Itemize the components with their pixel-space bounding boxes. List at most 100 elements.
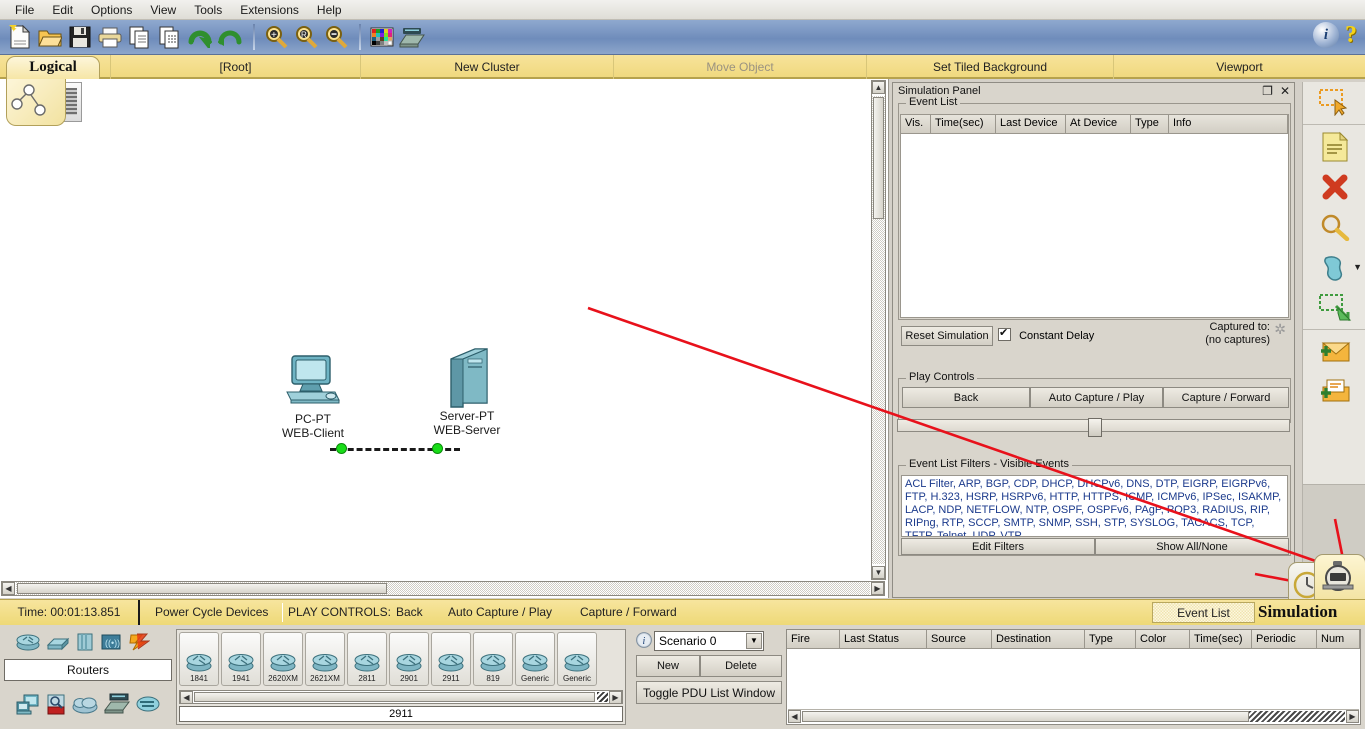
menu-tools[interactable]: Tools xyxy=(185,1,231,19)
close-icon[interactable]: ✕ xyxy=(1280,84,1290,98)
status-capture-forward-button[interactable]: Capture / Forward xyxy=(580,600,677,625)
pdu-col-num[interactable]: Num xyxy=(1317,630,1360,649)
show-all-none-button[interactable]: Show All/None xyxy=(1095,538,1289,555)
zoom-out-icon[interactable] xyxy=(322,23,350,51)
undo-icon[interactable] xyxy=(186,23,214,51)
add-simple-pdu-icon[interactable] xyxy=(1303,332,1365,372)
save-icon[interactable] xyxy=(66,23,94,51)
pdu-col-destination[interactable]: Destination xyxy=(992,630,1085,649)
device-model-grid[interactable]: 1841 1941 2620XM 2621XM 2811 2901 2911 8… xyxy=(179,632,623,690)
root-cluster-label[interactable]: [Root] xyxy=(110,55,360,79)
print-icon[interactable] xyxy=(96,23,124,51)
play-speed-slider-knob[interactable] xyxy=(1088,418,1102,437)
logical-view-flag[interactable] xyxy=(6,77,66,126)
resize-shape-icon[interactable]: ▼ xyxy=(1303,247,1365,287)
toggle-pdu-list-window-button[interactable]: Toggle PDU List Window xyxy=(636,681,782,704)
custom-devices-icon[interactable] xyxy=(398,23,426,51)
col-vis[interactable]: Vis. xyxy=(901,115,931,133)
device-model-2811[interactable]: 2811 xyxy=(347,632,387,686)
col-info[interactable]: Info xyxy=(1169,115,1288,133)
device-model-2621xm[interactable]: 2621XM xyxy=(305,632,345,686)
pdu-col-fire[interactable]: Fire xyxy=(787,630,840,649)
add-complex-pdu-icon[interactable] xyxy=(1303,372,1365,412)
inspect-magnifier-icon[interactable] xyxy=(1303,207,1365,247)
reset-simulation-button[interactable]: Reset Simulation xyxy=(901,326,993,346)
device-scroll-left-arrow-icon[interactable]: ◀ xyxy=(180,691,193,704)
pdu-scroll-grip[interactable] xyxy=(1249,711,1345,722)
switch-type-icon[interactable] xyxy=(46,632,70,655)
device-model-1941[interactable]: 1941 xyxy=(221,632,261,686)
pdu-scroll-right-arrow-icon[interactable]: ▶ xyxy=(1346,710,1359,723)
event-list-table[interactable]: Vis. Time(sec) Last Device At Device Typ… xyxy=(900,114,1289,318)
device-model-generic-2[interactable]: Generic xyxy=(557,632,597,686)
logical-view-tab[interactable]: Logical xyxy=(6,56,100,79)
delete-scenario-button[interactable]: Delete xyxy=(700,655,782,677)
canvas-vertical-scrollbar[interactable]: ▲ ▼ xyxy=(871,80,886,580)
pdu-col-color[interactable]: Color xyxy=(1136,630,1190,649)
select-tool-icon[interactable] xyxy=(1303,82,1365,122)
sim-capture-forward-button[interactable]: Capture / Forward xyxy=(1163,387,1289,408)
zoom-reset-icon[interactable]: R xyxy=(292,23,320,51)
menu-view[interactable]: View xyxy=(141,1,185,19)
device-model-819[interactable]: 819 xyxy=(473,632,513,686)
vscroll-thumb[interactable] xyxy=(873,97,884,219)
constant-delay-checkbox[interactable] xyxy=(998,326,1011,341)
pdu-col-last-status[interactable]: Last Status xyxy=(840,630,927,649)
device-model-1841[interactable]: 1841 xyxy=(179,632,219,686)
sim-auto-capture-play-button[interactable]: Auto Capture / Play xyxy=(1030,387,1163,408)
scroll-up-arrow-icon[interactable]: ▲ xyxy=(872,81,885,94)
pdu-col-source[interactable]: Source xyxy=(927,630,992,649)
logical-workspace[interactable]: PC-PT WEB-Client Server-PT WEB-Server xyxy=(0,79,872,581)
device-model-2620xm[interactable]: 2620XM xyxy=(263,632,303,686)
multiuser-type-icon[interactable] xyxy=(104,693,130,718)
pdu-col-time[interactable]: Time(sec) xyxy=(1190,630,1252,649)
canvas-horizontal-scrollbar[interactable]: ◀ ▶ xyxy=(1,581,885,596)
scenario-dropdown[interactable]: Scenario 0 ▼ xyxy=(654,631,764,651)
simulation-mode-tab[interactable] xyxy=(1314,554,1365,599)
chevron-down-icon[interactable]: ▼ xyxy=(746,633,762,649)
device-model-2901[interactable]: 2901 xyxy=(389,632,429,686)
edit-filters-button[interactable]: Edit Filters xyxy=(901,538,1095,555)
device-scroll-grip[interactable] xyxy=(597,692,608,702)
info-icon[interactable]: i xyxy=(1313,22,1339,48)
place-note-icon[interactable] xyxy=(1303,287,1365,327)
set-tiled-background-button[interactable]: Set Tiled Background xyxy=(866,55,1113,79)
viewport-button[interactable]: Viewport xyxy=(1113,55,1365,79)
router-type-icon[interactable] xyxy=(16,632,40,655)
pdu-scroll-left-arrow-icon[interactable]: ◀ xyxy=(788,710,801,723)
hscroll-thumb[interactable] xyxy=(17,583,387,594)
device-model-generic-1[interactable]: Generic xyxy=(515,632,555,686)
status-auto-capture-play-button[interactable]: Auto Capture / Play xyxy=(448,600,552,625)
col-at-device[interactable]: At Device xyxy=(1066,115,1131,133)
menu-extensions[interactable]: Extensions xyxy=(231,1,308,19)
custom-type-icon[interactable] xyxy=(136,694,160,717)
connections-type-icon[interactable] xyxy=(128,632,151,655)
device-model-2911[interactable]: 2911 xyxy=(431,632,471,686)
col-time[interactable]: Time(sec) xyxy=(931,115,996,133)
redo-icon[interactable] xyxy=(216,23,244,51)
security-type-icon[interactable] xyxy=(46,693,66,718)
help-icon[interactable]: ? xyxy=(1345,23,1357,47)
paste-icon[interactable] xyxy=(156,23,184,51)
end-devices-type-icon[interactable] xyxy=(16,693,40,718)
event-list-toggle-button[interactable]: Event List xyxy=(1152,602,1255,623)
open-folder-icon[interactable] xyxy=(36,23,64,51)
play-speed-slider[interactable] xyxy=(897,418,1290,437)
power-cycle-devices-button[interactable]: Power Cycle Devices xyxy=(155,600,268,625)
new-file-icon[interactable]: ✦ xyxy=(6,23,34,51)
scroll-left-arrow-icon[interactable]: ◀ xyxy=(2,582,15,595)
pdu-col-periodic[interactable]: Periodic xyxy=(1252,630,1317,649)
delete-icon[interactable] xyxy=(1303,167,1365,207)
device-web-server[interactable]: Server-PT WEB-Server xyxy=(428,347,506,437)
hub-type-icon[interactable] xyxy=(76,632,94,655)
new-scenario-button[interactable]: New xyxy=(636,655,700,677)
device-grid-scrollbar[interactable]: ◀ ▶ xyxy=(179,690,623,704)
pdu-col-type[interactable]: Type xyxy=(1085,630,1136,649)
pdu-horizontal-scrollbar[interactable]: ◀ ▶ xyxy=(788,709,1359,723)
menu-file[interactable]: File xyxy=(6,1,43,19)
pdu-list-table[interactable]: Fire Last Status Source Destination Type… xyxy=(786,629,1361,725)
move-object-button[interactable]: Move Object xyxy=(613,55,866,79)
device-scroll-right-arrow-icon[interactable]: ▶ xyxy=(609,691,622,704)
new-cluster-button[interactable]: New Cluster xyxy=(360,55,613,79)
scroll-right-arrow-icon[interactable]: ▶ xyxy=(871,582,884,595)
